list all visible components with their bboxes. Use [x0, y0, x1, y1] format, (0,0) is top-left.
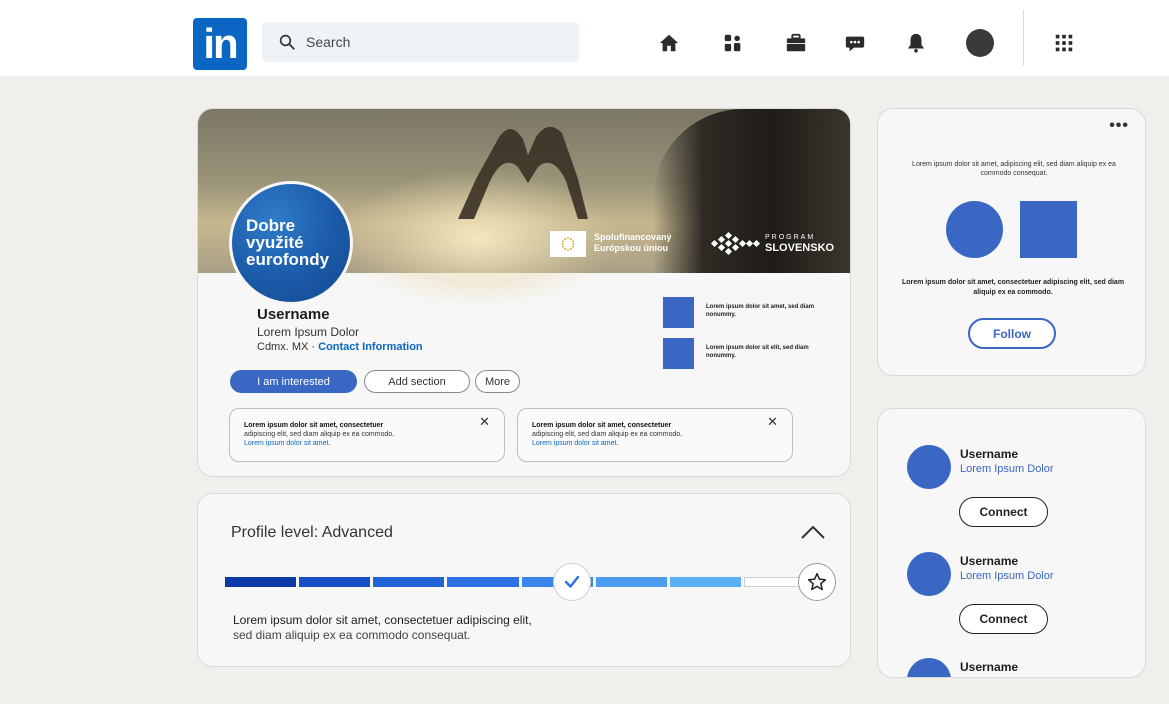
connect-button[interactable]: Connect: [959, 604, 1048, 634]
ad-circle-image: [946, 201, 1003, 258]
progress-segment: [225, 577, 297, 587]
search-box[interactable]: [262, 22, 579, 62]
progress-segment: [447, 577, 519, 587]
person-name[interactable]: Username: [960, 554, 1018, 568]
notice-line: adipiscing elit, sed diam aliquip ex ea …: [532, 431, 683, 438]
person-headline: Lorem Ipsum Dolor: [960, 570, 1054, 582]
person-suggestion: Username Lorem Ipsum Dolor Connect: [878, 552, 1145, 642]
eu-cofinance-text: Spolufinancovaný Európskou úniou: [594, 232, 672, 253]
side-item-thumbnail: [663, 338, 694, 369]
person-suggestion: Username: [878, 658, 1145, 677]
add-section-button[interactable]: Add section: [364, 370, 470, 393]
program-slovensko-logo-icon: [710, 231, 761, 256]
profile-card: Spolufinancovaný Európskou úniou PROGRAM…: [197, 108, 851, 477]
badge-line: Dobre: [246, 216, 296, 235]
apps-grid-icon[interactable]: [1052, 31, 1076, 55]
nav-divider: [1023, 10, 1024, 66]
profile-location: Cdmx. MX: [257, 341, 309, 353]
search-icon: [279, 34, 295, 50]
person-name[interactable]: Username: [960, 660, 1018, 674]
side-item-thumbnail: [663, 297, 694, 328]
notice-text: Lorem ipsum dolor sit amet, consectetuer…: [244, 421, 474, 448]
star-icon[interactable]: [798, 563, 836, 601]
notice-link[interactable]: Lorem ipsum dolor sit amet.: [532, 440, 618, 447]
profile-avatar[interactable]: [966, 29, 994, 57]
search-input[interactable]: [306, 34, 566, 50]
messaging-icon[interactable]: [843, 31, 867, 55]
close-icon[interactable]: ✕: [479, 414, 490, 430]
profile-username: Username: [257, 306, 330, 323]
eu-flag-icon: [550, 231, 586, 257]
contact-info-link[interactable]: Contact Information: [318, 341, 423, 353]
notice-line: Lorem ipsum dolor sit amet, consectetuer: [244, 422, 384, 429]
profile-level-title: Profile level: Advanced: [231, 524, 393, 541]
ad-description: Lorem ipsum dolor sit amet, consectetuer…: [901, 279, 1125, 296]
side-item[interactable]: Lorem ipsum dolor sit elit, sed diam non…: [663, 338, 833, 370]
network-icon[interactable]: [721, 31, 745, 55]
progress-check-icon: [553, 563, 591, 601]
profile-level-card: Profile level: Advanced Lorem ipsum dolo…: [197, 493, 851, 667]
person-headline: Lorem Ipsum Dolor: [960, 463, 1054, 475]
notice-link[interactable]: Lorem ipsum dolor sit amet.: [244, 440, 330, 447]
badge-line: eurofondy: [246, 250, 330, 269]
interested-button[interactable]: I am interested: [230, 370, 357, 393]
profile-location-line: Cdmx. MX · Contact Information: [257, 341, 423, 353]
more-button[interactable]: More: [475, 370, 520, 393]
people-suggestions-card: Username Lorem Ipsum Dolor Connect Usern…: [877, 408, 1146, 678]
profile-progress-bar: [225, 577, 815, 587]
follow-button[interactable]: Follow: [968, 318, 1056, 349]
progress-segment: [299, 577, 371, 587]
notice-line: adipiscing elit, sed diam aliquip ex ea …: [244, 431, 395, 438]
desc-line: Lorem ipsum dolor sit amet, consectetuer…: [233, 613, 532, 627]
location-separator: ·: [311, 341, 316, 353]
ad-card: ••• Lorem ipsum dolor sit amet, adipisci…: [877, 108, 1146, 376]
notifications-icon[interactable]: [904, 31, 928, 55]
notice-text: Lorem ipsum dolor sit amet, consectetuer…: [532, 421, 762, 448]
badge-line: využité: [246, 233, 304, 252]
avatar[interactable]: [907, 552, 951, 596]
top-navigation-bar: in: [0, 0, 1169, 76]
more-options-icon[interactable]: •••: [1109, 117, 1129, 135]
progress-segment: [373, 577, 445, 587]
profile-headline: Lorem Ipsum Dolor: [257, 325, 360, 339]
notice-card: Lorem ipsum dolor sit amet, consectetuer…: [229, 408, 505, 462]
home-icon[interactable]: [657, 31, 681, 55]
progress-segment: [669, 577, 741, 587]
program-label-big: SLOVENSKO: [765, 242, 835, 254]
ad-text: Lorem ipsum dolor sit amet, adipiscing e…: [912, 161, 1116, 177]
person-suggestion: Username Lorem Ipsum Dolor Connect: [878, 445, 1145, 535]
profile-photo-badge[interactable]: Dobre využité eurofondy: [229, 181, 353, 305]
notice-card: Lorem ipsum dolor sit amet, consectetuer…: [517, 408, 793, 462]
progress-segment: [595, 577, 667, 587]
notice-line: Lorem ipsum dolor sit amet, consectetuer: [532, 422, 672, 429]
avatar[interactable]: [907, 445, 951, 489]
chevron-up-icon[interactable]: [800, 524, 826, 545]
avatar[interactable]: [907, 658, 951, 677]
side-item[interactable]: Lorem ipsum dolor sit amet, sed diam non…: [663, 297, 833, 329]
person-name[interactable]: Username: [960, 447, 1018, 461]
profile-level-description: Lorem ipsum dolor sit amet, consectetuer…: [233, 613, 532, 643]
side-item-text: Lorem ipsum dolor sit amet, sed diam non…: [706, 304, 815, 318]
ad-square-image: [1020, 201, 1077, 258]
jobs-icon[interactable]: [784, 31, 808, 55]
connect-button[interactable]: Connect: [959, 497, 1048, 527]
desc-line: sed diam aliquip ex ea commodo consequat…: [233, 628, 471, 642]
linkedin-logo[interactable]: in: [193, 18, 247, 70]
heart-hands-image: [458, 126, 588, 219]
side-item-text: Lorem ipsum dolor sit elit, sed diam non…: [706, 345, 809, 359]
program-label-small: PROGRAM: [765, 234, 816, 241]
close-icon[interactable]: ✕: [767, 414, 778, 430]
